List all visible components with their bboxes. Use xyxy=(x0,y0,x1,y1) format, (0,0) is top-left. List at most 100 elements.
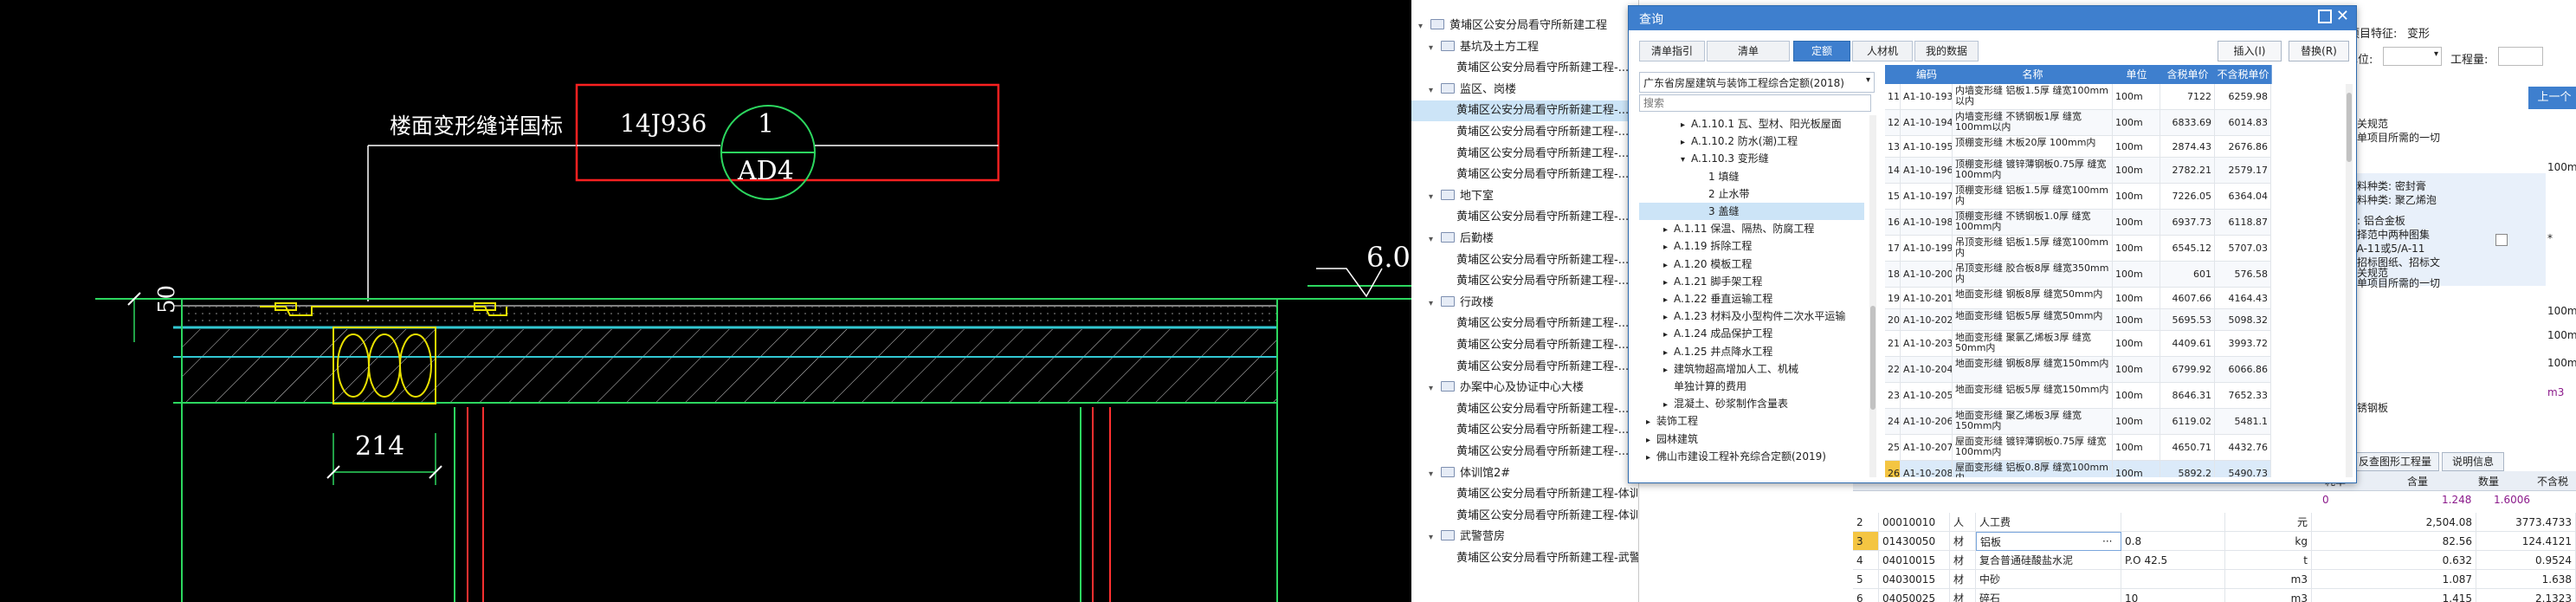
row-checkbox[interactable] xyxy=(2495,234,2508,246)
chapter-tree-item[interactable]: ▾ A.1.10.3 变形缝 xyxy=(1639,150,1864,167)
chevron-right-icon[interactable]: ▸ xyxy=(1646,450,1656,467)
dialog-titlebar[interactable]: 查询 ✕ xyxy=(1629,6,2356,30)
tree-item[interactable]: 黄埔区公安分局看守所新建工程-... xyxy=(1411,122,1638,143)
chapter-tree-item[interactable]: ▸ A.1.21 脚手架工程 xyxy=(1639,273,1864,290)
header-unit[interactable]: 单位 xyxy=(2113,65,2161,84)
chapter-tree-item[interactable]: 2 止水带 xyxy=(1639,185,1864,203)
tree-item[interactable]: 黄埔区公安分局看守所新建工程-体训馆2... xyxy=(1411,506,1638,527)
chevron-right-icon[interactable]: ▸ xyxy=(1663,257,1674,275)
chevron-down-icon[interactable]: ▾ xyxy=(1429,81,1441,101)
tab-guide[interactable]: 清单指引 xyxy=(1639,41,1705,61)
quota-library-select[interactable]: 广东省房屋建筑与装饰工程综合定额(2018) ▾ xyxy=(1639,72,1875,93)
chevron-down-icon[interactable]: ▾ xyxy=(1429,379,1441,399)
tree-item[interactable]: 黄埔区公安分局看守所新建工程-... xyxy=(1411,335,1638,356)
chapter-tree-item[interactable]: ▸ A.1.10.1 瓦、型材、阳光板屋面 xyxy=(1639,115,1864,133)
chapter-tree-item[interactable]: ▸ A.1.24 成品保护工程 xyxy=(1639,325,1864,342)
chapter-tree-item[interactable]: 3 盖缝 xyxy=(1639,203,1864,220)
header-code[interactable]: 编码 xyxy=(1901,65,1953,84)
cad-drawing-canvas[interactable]: 楼面变形缝详国标 14J936 1 AD4 50 214 6.0 xyxy=(0,0,1411,602)
chapter-tree-item[interactable]: 单独计算的费用 xyxy=(1639,378,1864,395)
tree-folder[interactable]: ▾ 办案中心及协证中心大楼 xyxy=(1411,378,1638,398)
chevron-down-icon[interactable]: ▾ xyxy=(1429,38,1441,59)
tree-item[interactable]: 黄埔区公安分局看守所新建工程-体训馆2... xyxy=(1411,484,1638,505)
chapter-tree-item[interactable]: ▸ A.1.19 拆除工程 xyxy=(1639,237,1864,255)
chapter-tree-item[interactable]: ▸ 园林建筑 xyxy=(1639,430,1864,448)
chevron-right-icon[interactable]: ▸ xyxy=(1663,275,1674,292)
tree-item[interactable]: 黄埔区公安分局看守所新建工程-... xyxy=(1411,399,1638,420)
maximize-icon[interactable] xyxy=(2318,10,2332,23)
chapter-tree-item[interactable]: ▸ A.1.10.2 防水(潮)工程 xyxy=(1639,133,1864,150)
chevron-down-icon[interactable]: ▾ xyxy=(1418,16,1430,37)
chevron-right-icon[interactable]: ▸ xyxy=(1663,222,1674,239)
tree-item[interactable]: 黄埔区公安分局看守所新建工程-... xyxy=(1411,100,1638,122)
chevron-down-icon[interactable]: ▾ xyxy=(1429,528,1441,548)
header-price-tax[interactable]: 含税单价 xyxy=(2160,65,2216,84)
previous-button[interactable]: 上一个 xyxy=(2528,87,2576,109)
chevron-down-icon[interactable]: ▾ xyxy=(1429,294,1441,314)
header-price-notax[interactable]: 不含税单价 xyxy=(2215,65,2272,84)
tree-scrollbar[interactable] xyxy=(1869,115,1876,477)
tab-reverse-quantity[interactable]: 反查图形工程量 xyxy=(2351,452,2439,471)
search-input[interactable] xyxy=(1639,94,1871,112)
chevron-right-icon[interactable]: ▸ xyxy=(1681,134,1691,152)
chevron-right-icon[interactable]: ▸ xyxy=(1663,397,1674,414)
chapter-tree-item[interactable]: ▸ A.1.20 模板工程 xyxy=(1639,256,1864,273)
chevron-right-icon[interactable]: ▸ xyxy=(1663,239,1674,256)
chevron-right-icon[interactable]: ▸ xyxy=(1663,292,1674,309)
chevron-down-icon[interactable]: ▾ xyxy=(1681,152,1691,169)
tree-item[interactable]: 黄埔区公安分局看守所新建工程-... xyxy=(1411,144,1638,165)
tree-folder[interactable]: ▾ 地下室 xyxy=(1411,186,1638,207)
tree-folder[interactable]: ▾ 行政楼 xyxy=(1411,293,1638,314)
scroll-thumb[interactable] xyxy=(2347,93,2352,162)
tree-item[interactable]: 黄埔区公安分局看守所新建工程-... xyxy=(1411,207,1638,228)
header-name[interactable]: 名称 xyxy=(1953,65,2114,84)
chapter-tree-item[interactable]: 1 填缝 xyxy=(1639,168,1864,185)
chevron-right-icon[interactable]: ▸ xyxy=(1663,345,1674,362)
tree-item[interactable]: 黄埔区公安分局看守所新建工程-... xyxy=(1411,165,1638,185)
chapter-tree-item[interactable]: ▸ 混凝土、砂浆制作含量表 xyxy=(1639,395,1864,412)
chapter-tree-item[interactable]: ▸ A.1.11 保温、隔热、防腐工程 xyxy=(1639,220,1864,237)
table-scrollbar[interactable] xyxy=(2346,84,2353,477)
header-rownum[interactable] xyxy=(1885,65,1901,84)
tree-item[interactable]: 黄埔区公安分局看守所新建工程-... xyxy=(1411,442,1638,463)
tree-item[interactable]: 黄埔区公安分局看守所新建工程-... xyxy=(1411,314,1638,334)
tree-folder[interactable]: ▾ 后勤楼 xyxy=(1411,229,1638,249)
chevron-right-icon[interactable]: ▸ xyxy=(1663,327,1674,344)
scroll-thumb[interactable] xyxy=(1870,306,1876,410)
chevron-right-icon[interactable]: ▸ xyxy=(1646,432,1656,450)
chevron-down-icon[interactable]: ▾ xyxy=(1429,230,1441,250)
chapter-tree-item[interactable]: ▸ A.1.22 垂直运输工程 xyxy=(1639,290,1864,307)
tree-folder[interactable]: ▾ 监区、岗楼 xyxy=(1411,80,1638,100)
chapter-tree-item[interactable]: ▸ 建筑物超高增加人工、机械 xyxy=(1639,360,1864,378)
close-icon[interactable]: ✕ xyxy=(2336,7,2349,25)
tree-folder[interactable]: ▾ 黄埔区公安分局看守所新建工程 xyxy=(1411,16,1638,36)
chevron-right-icon[interactable]: ▸ xyxy=(1663,362,1674,379)
tree-item[interactable]: 黄埔区公安分局看守所新建工程-... xyxy=(1411,250,1638,271)
chevron-right-icon[interactable]: ▸ xyxy=(1681,117,1691,134)
chevron-down-icon[interactable]: ▾ xyxy=(1429,464,1441,485)
insert-button[interactable]: 插入(I) xyxy=(2218,41,2282,61)
tree-folder[interactable]: ▾ 基坑及土方工程 xyxy=(1411,37,1638,58)
tree-item[interactable]: 黄埔区公安分局看守所新建工程-... xyxy=(1411,420,1638,441)
tab-resource[interactable]: 人材机 xyxy=(1852,41,1913,61)
tree-item[interactable]: 黄埔区公安分局看守所新建工程-... xyxy=(1411,357,1638,378)
tree-item[interactable]: 黄埔区公安分局看守所新建工程-... xyxy=(1411,271,1638,292)
chapter-tree-item[interactable]: ▸ 佛山市建设工程补充综合定额(2019) xyxy=(1639,448,1864,465)
chevron-down-icon[interactable]: ▾ xyxy=(1429,187,1441,208)
ellipsis-button[interactable]: ··· xyxy=(2102,532,2112,551)
tab-description[interactable]: 说明信息 xyxy=(2442,452,2504,471)
chapter-tree-item[interactable]: ▸ A.1.23 材料及小型构件二次水平运输 xyxy=(1639,307,1864,325)
tree-folder[interactable]: ▾ 武警营房 xyxy=(1411,527,1638,547)
tab-quota[interactable]: 定额 xyxy=(1793,41,1850,61)
chapter-tree-item[interactable]: ▸ A.1.25 井点降水工程 xyxy=(1639,343,1864,360)
resource-name[interactable]: 铝板 xyxy=(1976,532,2121,551)
chevron-right-icon[interactable]: ▸ xyxy=(1663,309,1674,327)
unit-select[interactable]: ▾ xyxy=(2383,47,2442,66)
tree-item[interactable]: 黄埔区公安分局看守所新建工程-武警营房... xyxy=(1411,548,1638,569)
quantity-input[interactable] xyxy=(2498,47,2543,66)
chevron-right-icon[interactable]: ▸ xyxy=(1646,414,1656,431)
tree-folder[interactable]: ▾ 体训馆2# xyxy=(1411,463,1638,484)
chapter-tree-item[interactable]: ▸ 装饰工程 xyxy=(1639,412,1864,430)
tree-item[interactable]: 黄埔区公安分局看守所新建工程-... xyxy=(1411,58,1638,79)
replace-button[interactable]: 替换(R) xyxy=(2289,41,2349,61)
